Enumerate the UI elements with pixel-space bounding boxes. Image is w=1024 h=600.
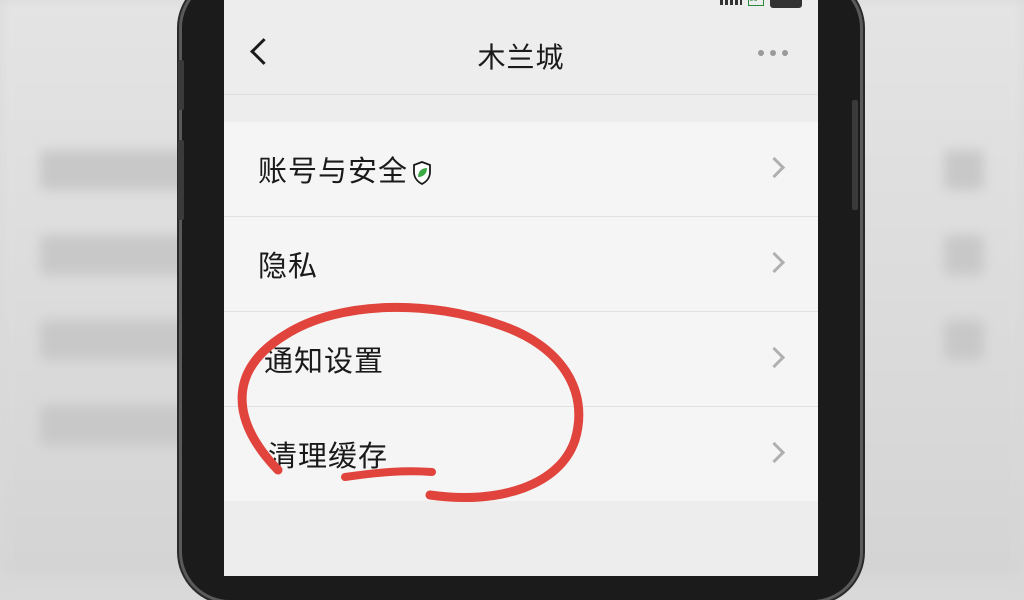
ghost-row: [40, 320, 200, 360]
ghost-row: [40, 150, 200, 190]
phone-volume-button: [178, 140, 184, 220]
chevron-right-icon: [763, 346, 786, 369]
ghost-icon: [944, 235, 984, 275]
settings-item-notifications[interactable]: 通知设置: [224, 312, 818, 407]
signal-icon: [720, 0, 742, 5]
settings-item-label: 账号与安全: [258, 148, 432, 190]
chevron-right-icon: [763, 251, 786, 274]
settings-item-label: 隐私: [258, 249, 319, 283]
battery-badge: 69: [748, 0, 764, 6]
ghost-row: [40, 235, 200, 275]
settings-item-label: 通知设置: [264, 344, 385, 378]
settings-list: 账号与安全 隐私 通知设置 清理缓存: [224, 122, 818, 501]
settings-item-label: 清理缓存: [268, 439, 389, 473]
ghost-icon: [944, 320, 984, 360]
ghost-icon: [944, 150, 984, 190]
settings-item-account-security[interactable]: 账号与安全: [224, 122, 818, 217]
phone-screen: 69 木兰城 账号与安全 隐私 通知设置 清理缓存: [224, 0, 818, 576]
chevron-right-icon: [763, 441, 786, 464]
chevron-right-icon: [763, 156, 786, 179]
shield-leaf-icon: [413, 161, 431, 185]
more-dots-icon[interactable]: [758, 50, 788, 56]
status-bar: 69: [224, 0, 818, 8]
phone-volume-button: [178, 60, 184, 110]
settings-item-privacy[interactable]: 隐私: [224, 217, 818, 312]
ghost-row: [40, 405, 200, 445]
page-title: 木兰城: [477, 41, 565, 74]
navigation-bar: 木兰城: [224, 14, 818, 95]
battery-icon: [770, 0, 802, 8]
settings-item-clear-cache[interactable]: 清理缓存: [224, 407, 818, 501]
account-security-label: 账号与安全: [258, 154, 409, 188]
status-icons: 69: [720, 0, 802, 8]
phone-power-button: [852, 100, 858, 210]
